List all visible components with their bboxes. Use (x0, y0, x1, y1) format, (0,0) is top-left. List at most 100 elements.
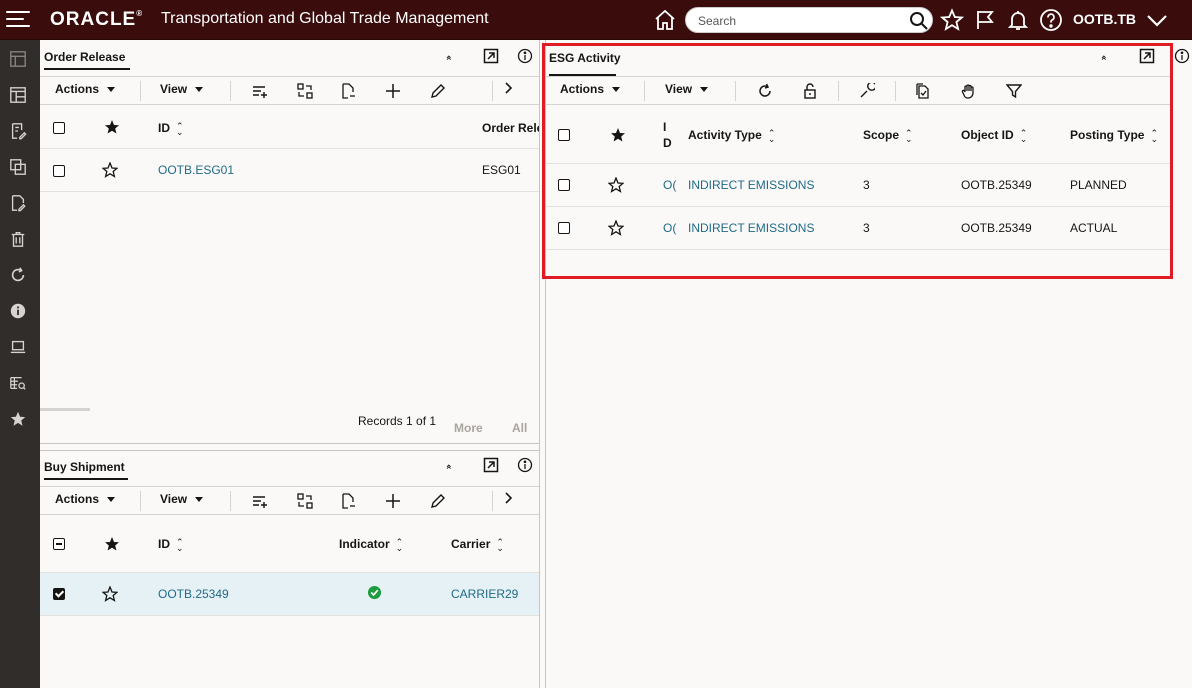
expand-window-icon[interactable] (482, 47, 500, 65)
buy-shipment-panel: Buy Shipment Actions View ID ⌃ ⌄ Indicat… (40, 451, 539, 688)
shipment-id-link[interactable]: OOTB.25349 (158, 587, 229, 601)
refresh-icon[interactable] (8, 265, 28, 285)
edit-pencil-icon[interactable] (428, 491, 448, 511)
column-header-scope[interactable]: Scope ⌃ ⌄ (863, 128, 913, 143)
select-all-checkbox[interactable] (53, 538, 65, 550)
star-outline-icon[interactable] (607, 176, 625, 193)
row-checkbox[interactable] (558, 179, 570, 191)
collapse-icon[interactable] (440, 458, 458, 476)
all-link[interactable]: All (512, 421, 527, 435)
add-row-list-icon[interactable] (250, 81, 270, 101)
panel-splitter-horizontal[interactable] (40, 443, 539, 451)
collapse-icon[interactable] (440, 49, 458, 67)
search-icon[interactable] (909, 11, 929, 31)
help-icon[interactable] (1038, 7, 1064, 33)
table-row-selected[interactable]: OOTB.25349 CARRIER29 (40, 573, 539, 615)
transfer-icon[interactable] (295, 81, 315, 101)
hamburger-menu-icon[interactable] (6, 11, 30, 29)
laptop-icon[interactable] (8, 337, 28, 357)
favorites-star-icon[interactable] (939, 7, 965, 33)
chevron-right-icon[interactable] (498, 78, 518, 98)
star-outline-icon[interactable] (101, 585, 119, 602)
column-header-id-top[interactable]: I (663, 120, 666, 134)
add-row-list-icon[interactable] (250, 491, 270, 511)
column-header-id[interactable]: ID ⌃ ⌄ (158, 537, 184, 552)
more-link[interactable]: More (454, 421, 483, 435)
document-remove-icon[interactable] (338, 491, 358, 511)
view-menu-button[interactable]: View (160, 492, 204, 510)
view-menu-button[interactable]: View (160, 82, 204, 100)
add-icon[interactable] (383, 81, 403, 101)
star-outline-icon[interactable] (607, 219, 625, 236)
activity-id-link[interactable]: O( (663, 221, 676, 235)
collapse-icon[interactable] (1095, 49, 1113, 67)
filter-icon[interactable] (1004, 81, 1024, 101)
actions-menu-button[interactable]: Actions (560, 82, 621, 100)
expand-window-icon[interactable] (482, 456, 500, 474)
carrier-link[interactable]: CARRIER29 (451, 587, 518, 601)
favorite-column-star-icon[interactable] (610, 127, 626, 143)
info-icon[interactable] (8, 301, 28, 321)
expand-window-icon[interactable] (1138, 47, 1156, 65)
horizontal-scrollbar[interactable] (40, 408, 90, 411)
actions-menu-button[interactable]: Actions (55, 492, 116, 510)
select-all-checkbox[interactable] (558, 129, 570, 141)
posting-type-cell: PLANNED (1070, 178, 1127, 192)
column-header-carrier[interactable]: Carrier ⌃ ⌄ (451, 537, 504, 552)
view-menu-button[interactable]: View (665, 82, 709, 100)
panel-title: ESG Activity (549, 51, 621, 65)
favorite-column-star-icon[interactable] (104, 536, 120, 552)
column-header-activity-type[interactable]: Activity Type ⌃ ⌄ (688, 128, 775, 143)
document-copy-icon[interactable] (913, 81, 933, 101)
row-checkbox[interactable] (558, 222, 570, 234)
select-all-checkbox[interactable] (53, 122, 65, 134)
copy-icon[interactable] (8, 157, 28, 177)
home-icon[interactable] (652, 7, 678, 33)
column-header-id[interactable]: ID ⌃ ⌄ (158, 121, 184, 136)
wrench-icon[interactable] (857, 81, 877, 101)
panel-splitter-vertical[interactable] (539, 40, 546, 688)
activity-type-link[interactable]: INDIRECT EMISSIONS (688, 178, 814, 192)
hand-icon[interactable] (959, 81, 979, 101)
refresh-icon[interactable] (755, 81, 775, 101)
order-release-cell: ESG01 (482, 163, 521, 177)
add-icon[interactable] (383, 491, 403, 511)
favorite-column-star-icon[interactable] (104, 119, 120, 135)
order-release-toolbar: Actions View (40, 76, 539, 105)
object-id-cell: OOTB.25349 (961, 221, 1032, 235)
edit-document-icon[interactable] (8, 193, 28, 213)
trash-icon[interactable] (8, 229, 28, 249)
row-checkbox[interactable] (53, 588, 65, 600)
activity-id-link[interactable]: O( (663, 178, 676, 192)
order-release-panel: Order Release Actions View ID ⌃ ⌄ Order … (40, 41, 543, 443)
column-header-posting-type[interactable]: Posting Type ⌃ ⌄ (1070, 128, 1158, 143)
layout-icon[interactable] (8, 85, 28, 105)
order-release-id-link[interactable]: OOTB.ESG01 (158, 163, 234, 177)
chevron-right-icon[interactable] (498, 488, 518, 508)
star-outline-icon[interactable] (101, 161, 119, 178)
actions-menu-button[interactable]: Actions (55, 82, 116, 100)
info-icon[interactable] (516, 456, 534, 474)
column-header-id-bottom[interactable]: D (663, 136, 672, 150)
flag-icon[interactable] (972, 7, 998, 33)
info-icon[interactable] (1173, 47, 1191, 65)
user-menu[interactable]: OOTB.TB (1073, 11, 1136, 27)
favorites-star-icon[interactable] (8, 409, 28, 429)
table-search-icon[interactable] (8, 373, 28, 393)
column-header-order-release[interactable]: Order Rele (482, 121, 543, 135)
row-checkbox[interactable] (53, 165, 65, 177)
search-input[interactable] (698, 12, 898, 30)
chevron-down-icon[interactable] (1144, 7, 1170, 33)
info-icon[interactable] (516, 47, 534, 65)
notifications-bell-icon[interactable] (1005, 7, 1031, 33)
activity-type-link[interactable]: INDIRECT EMISSIONS (688, 221, 814, 235)
edit-list-icon[interactable] (8, 121, 28, 141)
document-remove-icon[interactable] (338, 81, 358, 101)
dashboard-icon[interactable] (8, 49, 28, 69)
column-header-indicator[interactable]: Indicator ⌃ ⌄ (339, 537, 403, 552)
column-header-object-id[interactable]: Object ID ⌃ ⌄ (961, 128, 1027, 143)
unlock-icon[interactable] (800, 81, 820, 101)
transfer-icon[interactable] (295, 491, 315, 511)
edit-pencil-icon[interactable] (428, 81, 448, 101)
toolbar-separator (492, 491, 493, 511)
